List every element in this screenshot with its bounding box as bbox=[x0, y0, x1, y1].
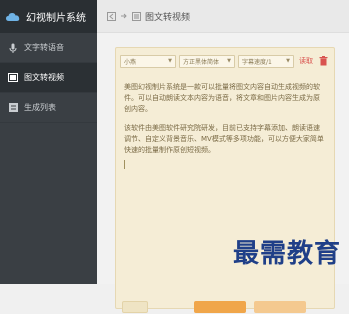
sidebar-item-label: 生成列表 bbox=[24, 103, 56, 112]
font-select[interactable]: 方正黑体简体 ▼ bbox=[179, 54, 235, 68]
sidebar-item-label: 文字转语音 bbox=[24, 43, 64, 52]
brand: 幻视制片系统 bbox=[0, 0, 97, 33]
text-cursor bbox=[124, 160, 125, 169]
primary-button[interactable] bbox=[194, 301, 246, 313]
sidebar-item-generation-list[interactable]: 生成列表 bbox=[0, 93, 97, 123]
watermark: 最需教育 bbox=[232, 239, 341, 269]
video-icon bbox=[8, 73, 18, 83]
chevron-down-icon: ▼ bbox=[168, 58, 172, 64]
editor-textarea[interactable]: 美图幻视制片系统是一款可以批量将图文内容自动生成视频的软件。可以自动朗读文本内容… bbox=[124, 82, 326, 169]
subtitle-speed-select[interactable]: 字幕速度/1 ▼ bbox=[238, 54, 294, 68]
sidebar-item-image-text-to-video[interactable]: 图文转视频 bbox=[0, 63, 97, 93]
generate-button[interactable] bbox=[254, 301, 306, 313]
sidebar: 幻视制片系统 文字转语音 图文转视频 生成列表 bbox=[0, 0, 97, 284]
page-icon bbox=[132, 11, 141, 21]
chevron-down-icon: ▼ bbox=[286, 58, 290, 64]
sidebar-item-text-to-speech[interactable]: 文字转语音 bbox=[0, 33, 97, 63]
main-area: 小燕 ▼ 方正黑体简体 ▼ 字幕速度/1 ▼ 读取 美图幻视制片系统是一款可以批… bbox=[97, 33, 349, 313]
read-link[interactable]: 读取 bbox=[299, 56, 313, 66]
paragraph: 该软件由美图软件研究院研发，目前已支持字幕添加、朗读语速调节、自定义背景音乐、M… bbox=[124, 124, 324, 154]
sidebar-item-label: 图文转视频 bbox=[24, 73, 64, 82]
editor-controls: 小燕 ▼ 方正黑体简体 ▼ 字幕速度/1 ▼ 读取 bbox=[120, 54, 330, 68]
editor-footer bbox=[116, 300, 334, 314]
trash-icon[interactable] bbox=[319, 56, 328, 66]
voice-select[interactable]: 小燕 ▼ bbox=[120, 54, 176, 68]
header: 图文转视频 bbox=[97, 0, 349, 33]
back-icon[interactable] bbox=[107, 11, 116, 21]
app-title: 幻视制片系统 bbox=[26, 13, 86, 24]
chevron-down-icon: ▼ bbox=[227, 58, 231, 64]
secondary-button[interactable] bbox=[122, 301, 148, 313]
arrow-right-icon bbox=[120, 12, 128, 20]
paragraph: 美图幻视制片系统是一款可以批量将图文内容自动生成视频的软件。可以自动朗读文本内容… bbox=[124, 83, 320, 113]
microphone-icon bbox=[8, 43, 18, 53]
list-icon bbox=[8, 103, 18, 113]
breadcrumb: 图文转视频 bbox=[145, 12, 191, 23]
cloud-logo-icon bbox=[6, 12, 20, 21]
